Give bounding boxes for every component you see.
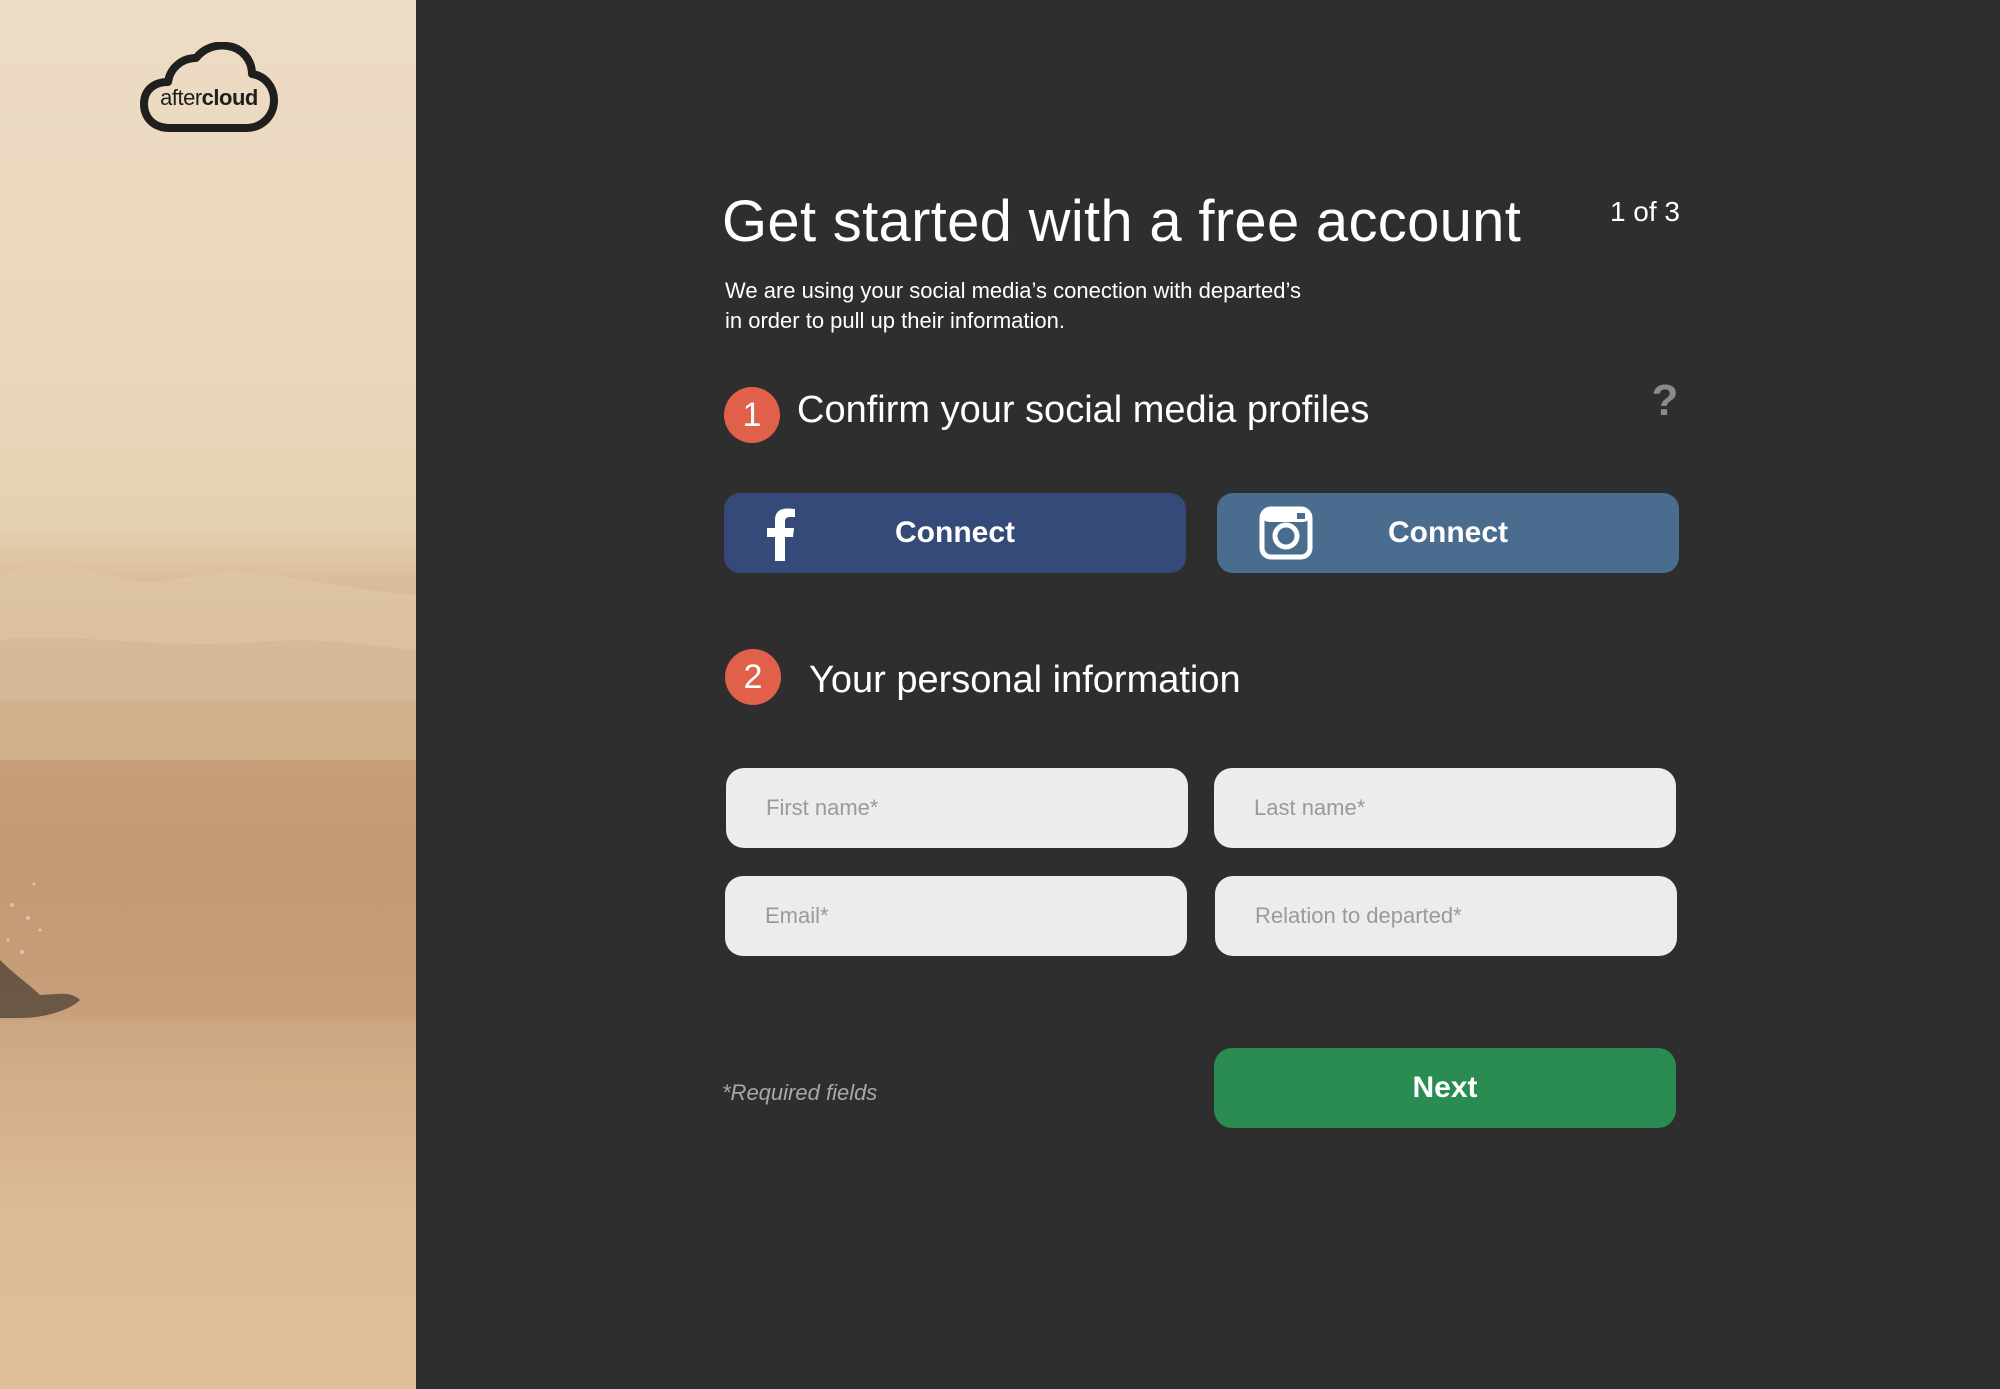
next-button[interactable]: Next	[1214, 1048, 1676, 1128]
help-icon[interactable]: ?	[1650, 378, 1680, 424]
required-fields-note: *Required fields	[722, 1080, 878, 1105]
step-1-badge: 1	[724, 387, 780, 443]
subtitle-line-1: We are using your social media’s conecti…	[725, 278, 1301, 303]
last-name-input[interactable]	[1214, 768, 1676, 848]
page-title: Get started with a free account	[722, 189, 1522, 254]
email-input[interactable]	[725, 876, 1187, 956]
instagram-connect-button[interactable]: Connect	[1217, 493, 1679, 573]
section-2-heading: Your personal information	[809, 659, 1241, 701]
instagram-connect-label: Connect	[1388, 516, 1508, 549]
page-subtitle: We are using your social media’s conecti…	[725, 276, 1385, 336]
facebook-connect-label: Connect	[895, 516, 1015, 549]
first-name-input[interactable]	[726, 768, 1188, 848]
step-counter: 1 of 3	[1609, 196, 1680, 227]
facebook-connect-button[interactable]: Connect	[724, 493, 1186, 573]
subtitle-line-2: in order to pull up their information.	[725, 308, 1065, 333]
form-content: Get started with a free account 1 of 3 W…	[0, 0, 2000, 1389]
relation-input[interactable]	[1215, 876, 1677, 956]
step-2-badge: 2	[725, 649, 781, 705]
signup-page: aftercloud Get started with a free accou…	[0, 0, 2000, 1389]
section-1-heading: Confirm your social media profiles	[797, 389, 1370, 431]
